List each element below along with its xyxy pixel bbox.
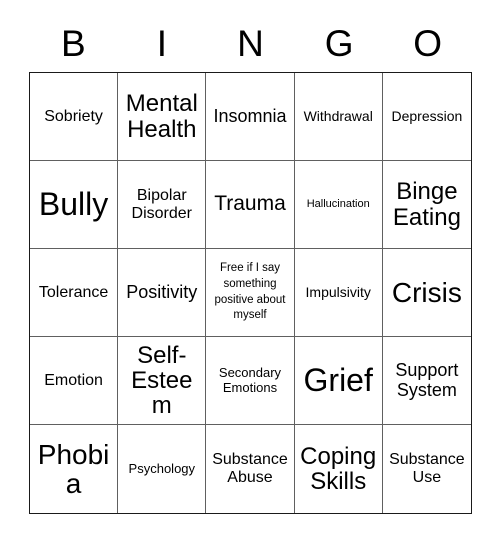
header-letter-g: G — [324, 22, 354, 64]
header-letter-o: O — [413, 22, 443, 64]
bingo-square-label: Psychology — [128, 460, 196, 476]
bingo-square-label: Emotion — [44, 371, 103, 389]
bingo-square-label: Withdrawal — [303, 107, 373, 124]
bingo-square-label: Sobriety — [44, 107, 103, 125]
bingo-card: B I N G O Sobriety Mental Health Insomnia W… — [0, 0, 500, 544]
bingo-square-label: Secondary Emotions — [218, 364, 282, 395]
header-letter-i: I — [156, 22, 168, 64]
bingo-square[interactable]: Psychology — [118, 425, 207, 513]
bingo-square[interactable]: Secondary Emotions — [206, 337, 295, 425]
bingo-square[interactable]: Grief — [294, 337, 383, 425]
bingo-square-label: Binge Eating — [392, 178, 461, 231]
bingo-square[interactable]: Depression — [382, 73, 471, 161]
bingo-header-row: B I N G O — [29, 14, 472, 72]
bingo-grid: Sobriety Mental Health Insomnia Withdrawal D… — [29, 72, 472, 514]
bingo-square-label: Bipolar Disorder — [131, 186, 193, 222]
bingo-square[interactable]: Hallucination — [294, 161, 383, 249]
bingo-square[interactable]: Insomnia — [206, 73, 295, 161]
bingo-square[interactable]: Crisis — [382, 249, 471, 337]
header-letter-b: B — [60, 22, 86, 64]
bingo-square[interactable]: Support System — [382, 337, 471, 425]
bingo-square-label: Bully — [38, 186, 109, 223]
bingo-square[interactable]: Binge Eating — [382, 161, 471, 249]
bingo-square-label: Free if I say something positive about m… — [214, 262, 286, 322]
bingo-square-label: Positivity — [126, 281, 198, 302]
bingo-free-space[interactable]: Free if I say something positive about m… — [206, 249, 295, 337]
bingo-square[interactable]: Tolerance — [30, 249, 119, 337]
bingo-square[interactable]: Bipolar Disorder — [118, 161, 207, 249]
bingo-square[interactable]: Substance Abuse — [206, 425, 295, 513]
bingo-square[interactable]: Substance Use — [382, 425, 471, 513]
bingo-square-label: Tolerance — [38, 283, 109, 301]
bingo-square-label: Trauma — [214, 192, 286, 216]
bingo-square[interactable]: Coping Skills — [294, 425, 383, 513]
bingo-square[interactable]: Trauma — [206, 161, 295, 249]
bingo-square-label: Phobia — [37, 438, 110, 499]
bingo-square-label: Support System — [395, 359, 459, 400]
header-letter-n: N — [237, 22, 264, 64]
bingo-square-label: Crisis — [391, 276, 462, 308]
bingo-square-label: Hallucination — [306, 198, 370, 211]
bingo-square-label: Substance Abuse — [212, 451, 288, 486]
bingo-square[interactable]: Emotion — [30, 337, 119, 425]
bingo-square-label: Substance Use — [389, 451, 465, 486]
bingo-square-label: Coping Skills — [300, 442, 377, 495]
bingo-square[interactable]: Self-Esteem — [118, 337, 207, 425]
bingo-square-label: Mental Health — [125, 90, 198, 143]
bingo-square[interactable]: Mental Health — [118, 73, 207, 161]
bingo-square-label: Grief — [303, 362, 373, 399]
bingo-square-label: Depression — [391, 107, 463, 124]
bingo-square[interactable]: Positivity — [118, 249, 207, 337]
bingo-square-label: Insomnia — [213, 105, 287, 126]
bingo-square[interactable]: Withdrawal — [294, 73, 383, 161]
bingo-square[interactable]: Impulsivity — [294, 249, 383, 337]
bingo-square-label: Self-Esteem — [131, 341, 193, 420]
bingo-square[interactable]: Phobia — [30, 425, 119, 513]
bingo-square-label: Impulsivity — [305, 283, 371, 300]
bingo-square[interactable]: Sobriety — [30, 73, 119, 161]
bingo-square[interactable]: Bully — [30, 161, 119, 249]
